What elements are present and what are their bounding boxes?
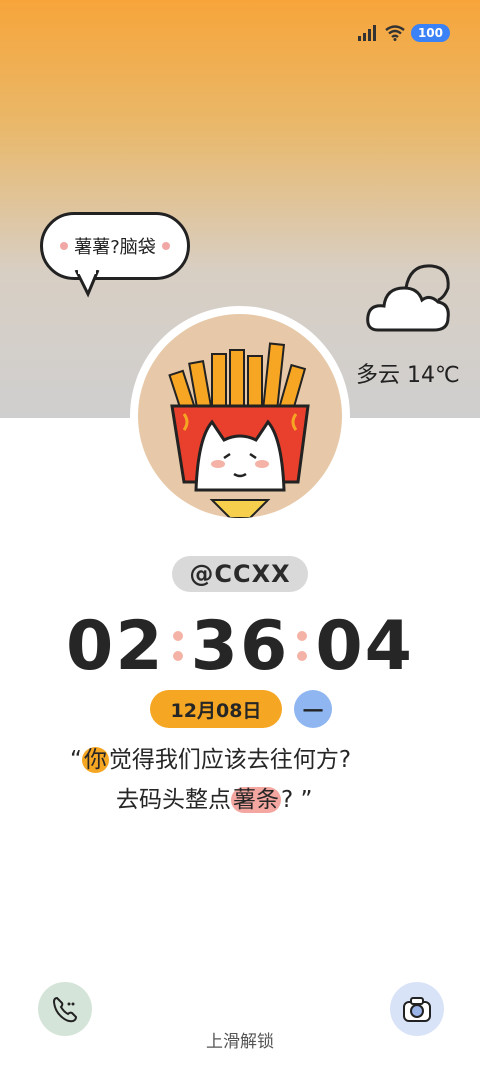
swipe-to-unlock-hint[interactable]: 上滑解锁 [0,1027,480,1052]
cat-fries-avatar [168,342,310,518]
quote-line2-post: ? ” [281,787,313,813]
wifi-icon [385,25,405,41]
quote-line2-pre: 去码头整点 [116,787,231,813]
clock-hours: 02 [66,606,165,686]
date-pill: 12月08日 [150,690,282,728]
clock-seconds: 04 [315,606,414,686]
quote-highlight: 你 [81,747,109,773]
blush-dot [60,242,69,250]
clock-minutes: 36 [190,606,290,686]
blush-dot [161,242,170,250]
speech-bubble: 薯薯?脑袋 [40,212,190,280]
quote-open-mark: “ [70,747,82,773]
username-pill: @CCXX [172,556,308,592]
clock: 02 36 04 [0,606,480,686]
battery-indicator: 100 [410,24,450,42]
clock-separator [297,631,308,661]
avatar[interactable] [130,306,350,526]
quote-highlight-fries: 薯条 [231,787,281,813]
clock-separator [172,631,183,661]
weather-text: 多云 14℃ [356,363,460,388]
phone-icon [52,996,78,1023]
weekday-badge: 一 [294,690,332,728]
bubble-tail [74,270,100,298]
status-bar: 100 [357,22,450,44]
bubble-text: 薯薯?脑袋 [74,237,156,258]
quote-text: “你觉得我们应该去往何方? 去码头整点薯条? ” [70,740,430,820]
camera-icon [403,997,431,1022]
signal-icon [357,25,376,41]
quote-line1: 觉得我们应该去往何方? [108,747,352,773]
cloud-icon [366,264,450,332]
